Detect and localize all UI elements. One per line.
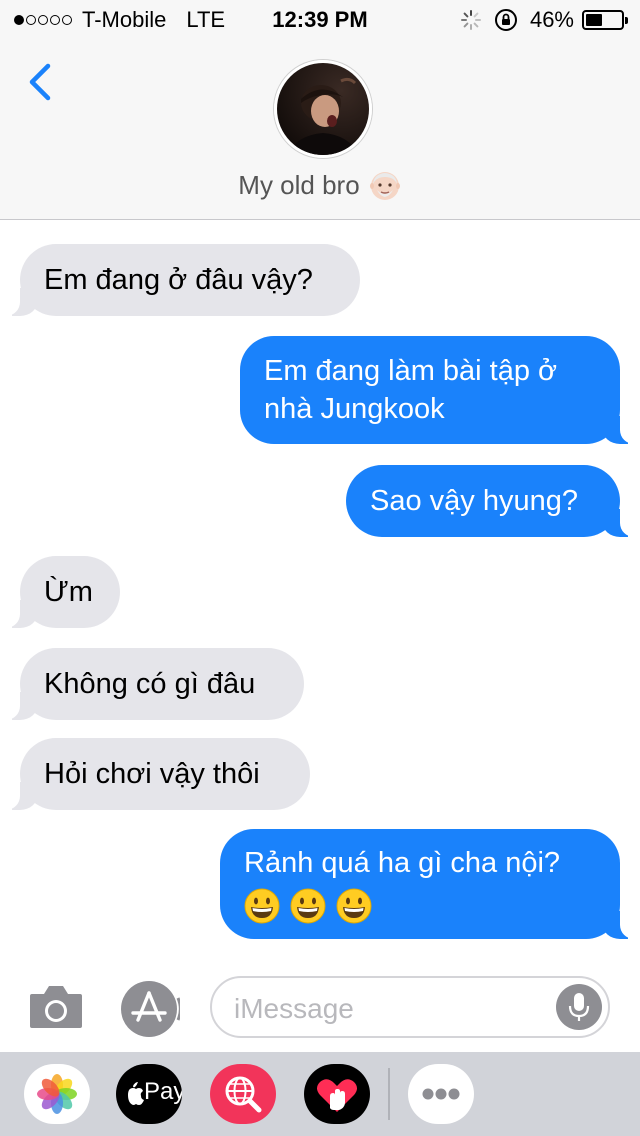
contact-name: My old bro: [238, 169, 360, 200]
message-bubble-received[interactable]: Không có gì đâu: [0, 648, 304, 720]
battery-percent: 46%: [529, 7, 574, 32]
old-man-icon: [369, 172, 400, 200]
message-text: Em đang làm bài tập ở nhà Jungkook: [264, 352, 557, 428]
message-bubble-sent[interactable]: Em đang làm bài tập ở nhà Jungkook: [240, 336, 640, 444]
drawer-divider: [388, 1068, 390, 1120]
more-dots-icon: [422, 1088, 460, 1100]
message-line: Rảnh quá ha gì cha nội?: [244, 847, 561, 879]
message-line: Em đang làm bài tập ở: [264, 355, 558, 387]
message-text: Ừm: [44, 576, 93, 608]
message-line: nhà Jungkook: [264, 393, 445, 425]
status-right: 46%: [460, 7, 628, 33]
contact-photo-icon: [277, 63, 369, 155]
apple-pay-app-button[interactable]: Pay: [116, 1064, 182, 1124]
camera-icon[interactable]: [26, 980, 86, 1034]
message-bubble-received[interactable]: Ừm: [0, 556, 120, 628]
message-text: Không có gì đâu: [44, 668, 256, 700]
imessage-input[interactable]: [232, 988, 556, 1030]
network-activity-icon: [460, 10, 481, 30]
battery-icon: [582, 10, 628, 30]
orientation-lock-icon: [494, 9, 517, 31]
app-drawer: Pay: [0, 1052, 640, 1136]
dictation-button[interactable]: [556, 984, 602, 1030]
grinning-face-icon: [290, 888, 326, 924]
grinning-face-icon: [244, 888, 280, 924]
message-bubble-sent[interactable]: Rảnh quá ha gì cha nội?: [220, 829, 640, 939]
message-text: Rảnh quá ha gì cha nội?: [244, 844, 560, 924]
message-bubble-sent[interactable]: Sao vậy hyung?: [346, 465, 640, 537]
web-search-app-button[interactable]: [210, 1064, 276, 1124]
imessage-field[interactable]: [210, 976, 610, 1038]
status-bar: T-Mobile LTE 12:39 PM 46%: [0, 0, 640, 40]
back-chevron-icon[interactable]: [22, 60, 62, 104]
digital-touch-app-button[interactable]: [304, 1064, 370, 1124]
messages-screen: T-Mobile LTE 12:39 PM 46% My old bro Em …: [0, 0, 640, 1136]
apple-pay-label: Pay: [144, 1078, 182, 1105]
grinning-face-icon: [336, 888, 372, 924]
app-store-icon[interactable]: [118, 978, 180, 1040]
emoji-row: [244, 888, 560, 924]
compose-bar: [0, 960, 640, 1052]
message-text: Hỏi chơi vậy thôi: [44, 758, 260, 790]
contact-name-row[interactable]: My old bro: [0, 168, 640, 202]
photos-icon: [37, 1074, 77, 1114]
message-text: Em đang ở đâu vậy?: [44, 264, 313, 296]
globe-search-icon: [225, 1076, 262, 1113]
battery-fill: [586, 14, 602, 26]
heart-hand-icon: [317, 1079, 357, 1112]
microphone-icon: [568, 993, 590, 1021]
message-bubble-received[interactable]: Em đang ở đâu vậy?: [0, 244, 360, 316]
more-apps-button[interactable]: [408, 1064, 474, 1124]
conversation-header: My old bro: [0, 40, 640, 220]
contact-avatar[interactable]: [274, 60, 372, 158]
photos-app-button[interactable]: [24, 1064, 90, 1124]
message-bubble-received[interactable]: Hỏi chơi vậy thôi: [0, 738, 310, 810]
message-text: Sao vậy hyung?: [370, 485, 578, 517]
message-list: Em đang ở đâu vậy? Em đang làm bài tập ở…: [0, 220, 640, 960]
